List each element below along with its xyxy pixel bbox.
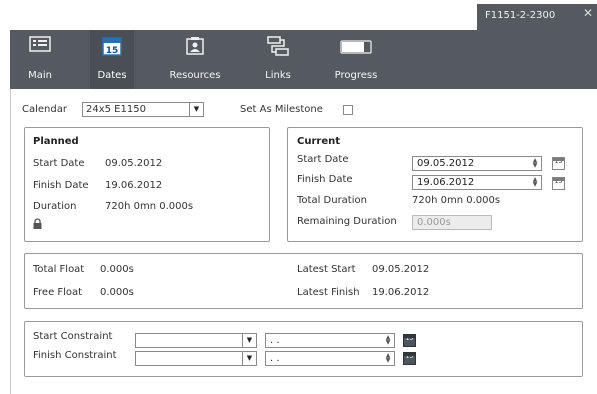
chevron-down-icon: ▼ xyxy=(242,352,256,365)
float-group xyxy=(24,253,583,309)
planned-start-label: Start Date xyxy=(33,158,85,169)
remaining-duration-value: 0.000s xyxy=(417,217,451,228)
calendar-picker-text: 15 xyxy=(554,158,563,165)
tab-resources[interactable]: Resources xyxy=(160,30,230,89)
remaining-duration-input: 0.000s xyxy=(412,215,492,230)
tab-progress-label: Progress xyxy=(334,70,378,81)
latest-finish-label: Latest Finish xyxy=(297,287,360,298)
total-duration-label: Total Duration xyxy=(297,195,367,206)
current-finish-value: 19.06.2012 xyxy=(417,177,475,188)
planned-start-value: 09.05.2012 xyxy=(105,158,163,169)
tab-main-label: Main xyxy=(28,70,52,81)
milestone-checkbox[interactable] xyxy=(343,105,353,115)
calendar-label: Calendar xyxy=(22,104,67,115)
window-title-text: F1151-2-2300 xyxy=(485,10,556,21)
tab-main[interactable]: Main xyxy=(10,30,70,89)
resources-icon xyxy=(186,37,204,55)
milestone-label: Set As Milestone xyxy=(240,104,323,115)
latest-finish-value: 19.06.2012 xyxy=(372,287,430,298)
current-finish-label: Finish Date xyxy=(297,174,353,185)
calendar-picker-icon[interactable]: 15 xyxy=(552,177,565,190)
latest-start-value: 09.05.2012 xyxy=(372,264,430,275)
finish-constraint-label: Finish Constraint xyxy=(33,350,117,361)
tab-links-label: Links xyxy=(265,70,291,81)
free-float-value: 0.000s xyxy=(100,287,134,298)
current-start-label: Start Date xyxy=(297,154,349,165)
finish-constraint-date[interactable]: . . ▲ ▼ xyxy=(265,351,395,366)
tab-dates-label: Dates xyxy=(97,70,127,81)
current-start-value: 09.05.2012 xyxy=(417,158,475,169)
total-float-value: 0.000s xyxy=(100,264,134,275)
spinner-icon[interactable]: ▲ ▼ xyxy=(384,335,392,346)
remaining-duration-label: Remaining Duration xyxy=(297,216,397,227)
calendar-picker-icon[interactable]: 15 xyxy=(403,352,416,365)
tab-progress[interactable]: Progress xyxy=(326,30,386,89)
calendar-picker-icon[interactable]: 15 xyxy=(552,157,565,170)
planned-finish-label: Finish Date xyxy=(33,180,89,191)
planned-duration-label: Duration xyxy=(33,201,77,212)
tab-links[interactable]: Links xyxy=(256,30,300,89)
current-title: Current xyxy=(297,136,341,147)
calendar-select-value: 24x5 E1150 xyxy=(86,104,146,115)
calendar-picker-text: 15 xyxy=(405,335,414,342)
calendar-picker-text: 15 xyxy=(554,178,563,185)
spinner-icon[interactable]: ▲ ▼ xyxy=(531,158,539,169)
start-constraint-label: Start Constraint xyxy=(33,331,113,342)
spinner-icon[interactable]: ▲ ▼ xyxy=(384,353,392,364)
start-constraint-date-value: . . xyxy=(270,335,280,346)
chevron-down-icon: ▼ xyxy=(242,334,256,347)
spinner-icon[interactable]: ▲ ▼ xyxy=(531,177,539,188)
calendar-picker-icon[interactable]: 15 xyxy=(403,334,416,347)
calendar-select[interactable]: 24x5 E1150 ▼ xyxy=(82,102,204,117)
chevron-down-icon: ▼ xyxy=(189,103,203,116)
ribbon-toolbar: Main 15 Dates Resources Links Progress xyxy=(10,30,597,89)
start-constraint-select[interactable]: ▼ xyxy=(135,333,257,348)
total-duration-value: 720h 0mn 0.000s xyxy=(412,195,501,206)
latest-start-label: Latest Start xyxy=(297,264,356,275)
total-float-label: Total Float xyxy=(33,264,85,275)
planned-title: Planned xyxy=(33,136,79,147)
calendar-icon: 15 xyxy=(102,37,122,56)
lock-icon xyxy=(33,218,42,229)
free-float-label: Free Float xyxy=(33,287,83,298)
dates-badge: 15 xyxy=(106,46,119,56)
start-constraint-date[interactable]: . . ▲ ▼ xyxy=(265,333,395,348)
tab-resources-label: Resources xyxy=(169,70,221,81)
title-bar: F1151-2-2300 ✕ xyxy=(0,0,597,30)
finish-constraint-date-value: . . xyxy=(270,353,280,364)
window-tab-title[interactable]: F1151-2-2300 xyxy=(477,4,597,30)
current-start-input[interactable]: 09.05.2012 ▲ ▼ xyxy=(412,156,542,171)
main-icon xyxy=(29,36,51,52)
constraints-group xyxy=(24,321,583,377)
close-icon[interactable]: ✕ xyxy=(583,6,593,20)
finish-constraint-select[interactable]: ▼ xyxy=(135,351,257,366)
calendar-picker-text: 15 xyxy=(405,353,414,360)
links-icon xyxy=(267,36,289,56)
tab-dates[interactable]: 15 Dates xyxy=(90,30,134,89)
progress-icon xyxy=(340,40,372,54)
planned-duration-value: 720h 0mn 0.000s xyxy=(105,201,194,212)
planned-finish-value: 19.06.2012 xyxy=(105,180,163,191)
current-finish-input[interactable]: 19.06.2012 ▲ ▼ xyxy=(412,175,542,190)
